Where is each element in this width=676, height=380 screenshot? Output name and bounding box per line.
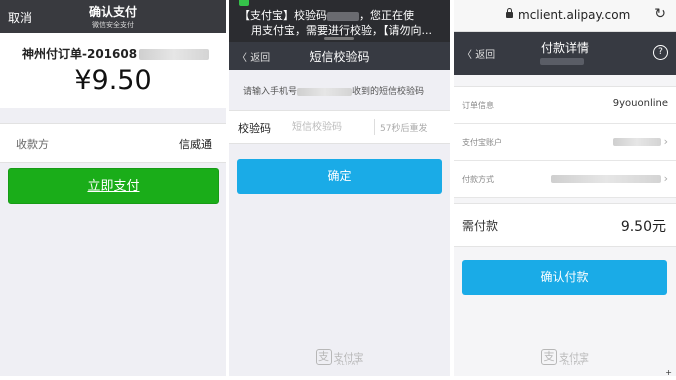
stray-mark: + bbox=[665, 368, 672, 377]
alipay-page-title: 付款详情 bbox=[540, 41, 589, 55]
sms-hint: 请输入手机号 收到的短信校验码 bbox=[229, 70, 450, 110]
notification-text-b: ，您正在使 bbox=[359, 9, 414, 22]
sms-hint-text: 请输入手机号 收到的短信校验码 bbox=[243, 84, 424, 97]
order-amount: ¥9.50 bbox=[74, 65, 152, 96]
confirm-payment-button[interactable]: 确认付款 bbox=[462, 260, 667, 295]
wechat-payment-panel: 取消 确认支付 微信安全支付 神州付订单-201608 ¥9.50 收款方 信威… bbox=[0, 0, 226, 376]
sms-nav-bar: 〈 返回 短信校验码 bbox=[229, 42, 450, 70]
sms-verification-panel: 【支付宝】校验码 ，您正在使 用支付宝，需要进行校验，【请勿向... 〈 返回 短… bbox=[229, 0, 450, 376]
resend-countdown: 57秒后重发 bbox=[380, 124, 428, 134]
amount-due-row: 需付款 9.50元 bbox=[454, 203, 676, 247]
alipay-logo-icon: 支 bbox=[541, 348, 557, 365]
notification-text-a: 【支付宝】校验码 bbox=[239, 9, 327, 22]
page-title: 确认支付 bbox=[88, 5, 137, 19]
redacted-account bbox=[612, 138, 661, 146]
row-label: 支付宝账户 bbox=[462, 138, 502, 147]
hint-suffix: 收到的短信校验码 bbox=[352, 87, 425, 97]
alipay-nav-bar: 〈 返回 付款详情 ? bbox=[454, 32, 676, 75]
row-value: › bbox=[550, 172, 668, 185]
row-label: 订单信息 bbox=[462, 101, 494, 110]
notification-line-1: 【支付宝】校验码 ，您正在使 bbox=[239, 7, 414, 23]
redacted-phone bbox=[297, 87, 353, 96]
alipay-account-row[interactable]: 支付宝账户 › bbox=[454, 124, 676, 161]
row-value: 9youonline bbox=[612, 98, 668, 109]
redacted-code bbox=[327, 11, 359, 21]
notification-drag-handle[interactable] bbox=[324, 37, 354, 40]
sms-code-row: 校验码 57秒后重发 bbox=[229, 110, 450, 144]
sms-notification-banner[interactable]: 【支付宝】校验码 ，您正在使 用支付宝，需要进行校验，【请勿向... bbox=[229, 0, 450, 42]
order-name: 神州付订单-201608 bbox=[22, 45, 210, 62]
url-text: mclient.alipay.com bbox=[518, 8, 631, 22]
confirm-button[interactable]: 确定 bbox=[237, 159, 442, 194]
page-subtitle: 微信安全支付 bbox=[92, 21, 134, 29]
order-name-text: 神州付订单-201608 bbox=[22, 47, 138, 61]
hint-prefix: 请输入手机号 bbox=[243, 87, 298, 97]
payee-row: 收款方 信威通 bbox=[0, 123, 226, 163]
redacted-subtitle bbox=[540, 58, 584, 65]
redacted-method bbox=[550, 175, 661, 183]
payee-value: 信威通 bbox=[179, 138, 212, 151]
lock-icon bbox=[506, 8, 513, 18]
help-icon[interactable]: ? bbox=[653, 45, 668, 60]
chevron-right-icon: › bbox=[663, 135, 668, 148]
alipay-details-panel: mclient.alipay.com ↻ 〈 返回 付款详情 ? 订单信息 9y… bbox=[454, 0, 676, 376]
amount-due-label: 需付款 bbox=[462, 219, 499, 233]
notification-line-2: 用支付宝，需要进行校验，【请勿向... bbox=[251, 24, 432, 37]
alipay-logo-en: ALIPAY bbox=[562, 361, 586, 367]
sms-code-input[interactable] bbox=[292, 118, 372, 136]
chevron-right-icon: › bbox=[663, 172, 668, 185]
alipay-logo: 支支付宝 ALIPAY bbox=[229, 346, 450, 367]
browser-url-bar[interactable]: mclient.alipay.com ↻ bbox=[454, 0, 676, 32]
alipay-logo-icon: 支 bbox=[315, 348, 332, 365]
messages-app-icon bbox=[239, 0, 249, 6]
order-summary: 神州付订单-201608 ¥9.50 bbox=[0, 33, 226, 108]
alipay-logo: 支支付宝 ALIPAY bbox=[454, 346, 676, 367]
pay-now-button[interactable]: 立即支付 bbox=[8, 168, 219, 204]
payee-label: 收款方 bbox=[16, 138, 49, 151]
sms-page-title: 短信校验码 bbox=[309, 50, 370, 64]
payment-details-list: 订单信息 9youonline 支付宝账户 › 付款方式 › bbox=[454, 86, 676, 198]
reload-icon[interactable]: ↻ bbox=[654, 6, 666, 22]
row-label: 付款方式 bbox=[462, 175, 494, 184]
code-label: 校验码 bbox=[238, 122, 271, 135]
alipay-logo-en: ALIPAY bbox=[337, 361, 360, 367]
redacted-order-number bbox=[139, 49, 210, 60]
row-value: › bbox=[612, 135, 668, 148]
order-info-row: 订单信息 9youonline bbox=[454, 87, 676, 124]
wechat-title-bar: 取消 确认支付 微信安全支付 bbox=[0, 0, 226, 33]
divider bbox=[374, 119, 375, 135]
amount-due-value: 9.50元 bbox=[620, 219, 666, 235]
payment-method-row[interactable]: 付款方式 › bbox=[454, 161, 676, 198]
